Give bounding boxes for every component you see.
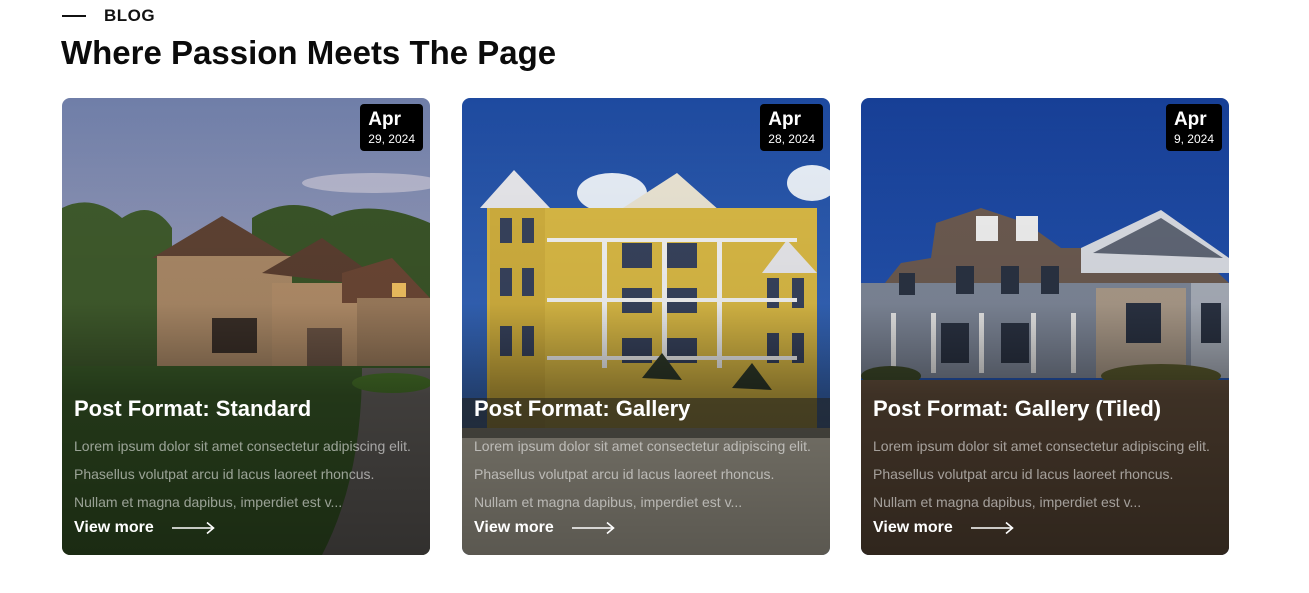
view-more-label: View more xyxy=(873,519,953,536)
date-day-year: 29, 2024 xyxy=(368,132,415,146)
date-month: Apr xyxy=(1173,109,1207,130)
section-title: Where Passion Meets The Page xyxy=(61,34,557,71)
date-badge: Apr 29, 2024 xyxy=(360,104,423,151)
card-content: Post Format: Gallery (Tiled) Lorem ipsum… xyxy=(873,394,1215,516)
card-content: Post Format: Standard Lorem ipsum dolor … xyxy=(74,394,416,516)
blog-card[interactable]: Apr 29, 2024 Post Format: Standard Lorem… xyxy=(62,98,430,555)
section-eyebrow: BLOG xyxy=(62,6,155,26)
eyebrow-label: BLOG xyxy=(104,6,156,25)
card-content: Post Format: Gallery Lorem ipsum dolor s… xyxy=(474,394,816,516)
post-title[interactable]: Post Format: Standard xyxy=(74,394,416,424)
arrow-right-icon xyxy=(970,521,1014,535)
arrow-right-icon xyxy=(171,521,215,535)
date-month: Apr xyxy=(768,109,802,130)
date-day-year: 9, 2024 xyxy=(1173,132,1214,146)
view-more-link[interactable]: View more xyxy=(74,519,216,537)
blog-section: BLOG Where Passion Meets The Page Apr 29… xyxy=(0,0,1309,593)
date-month: Apr xyxy=(368,109,402,130)
post-title[interactable]: Post Format: Gallery (Tiled) xyxy=(873,394,1215,424)
view-more-label: View more xyxy=(474,519,554,536)
blog-card[interactable]: Apr 28, 2024 Post Format: Gallery Lorem … xyxy=(462,98,830,555)
blog-cards: Apr 29, 2024 Post Format: Standard Lorem… xyxy=(62,98,1229,555)
post-title[interactable]: Post Format: Gallery xyxy=(474,394,816,424)
view-more-label: View more xyxy=(74,519,154,536)
arrow-right-icon xyxy=(571,521,615,535)
post-excerpt: Lorem ipsum dolor sit amet consectetur a… xyxy=(474,438,811,510)
date-day-year: 28, 2024 xyxy=(768,132,815,146)
post-excerpt: Lorem ipsum dolor sit amet consectetur a… xyxy=(873,438,1210,510)
blog-card[interactable]: Apr 9, 2024 Post Format: Gallery (Tiled)… xyxy=(861,98,1229,555)
view-more-link[interactable]: View more xyxy=(474,519,616,537)
date-badge: Apr 9, 2024 xyxy=(1165,104,1222,151)
eyebrow-line xyxy=(62,15,86,17)
date-badge: Apr 28, 2024 xyxy=(760,104,823,151)
post-excerpt: Lorem ipsum dolor sit amet consectetur a… xyxy=(74,438,411,510)
view-more-link[interactable]: View more xyxy=(873,519,1015,537)
